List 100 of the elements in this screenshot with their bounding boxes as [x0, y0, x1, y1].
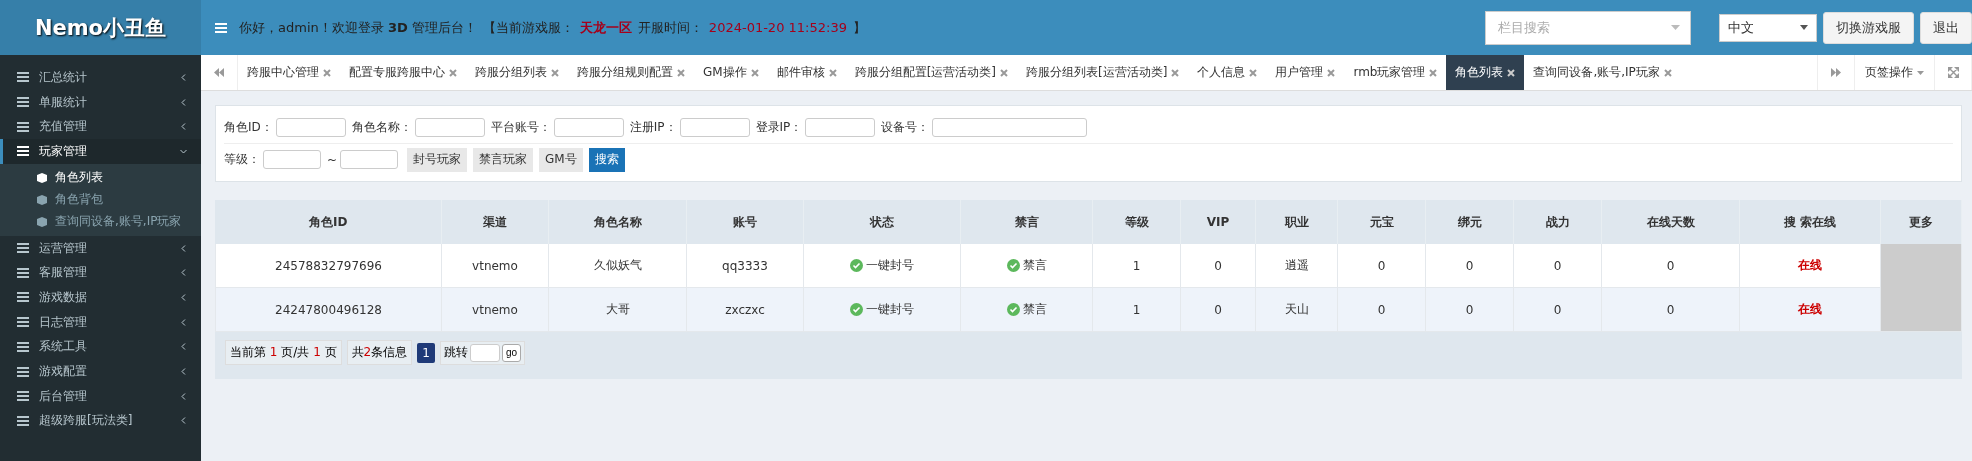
table-cell: vtnemo — [441, 244, 549, 288]
column-header: 账号 — [686, 200, 804, 244]
header-button[interactable]: 退出 — [1920, 11, 1972, 44]
table-cell: 0 — [1601, 244, 1740, 288]
field-label: 角色ID： — [224, 119, 273, 136]
page-tab[interactable]: 邮件审核 — [767, 55, 846, 90]
column-header: VIP — [1180, 200, 1256, 244]
double-left-icon — [214, 68, 224, 77]
page-tab[interactable]: 查询同设备,账号,IP玩家 — [1524, 55, 1681, 90]
server-label: 【当前游戏服： — [482, 18, 574, 37]
input-field[interactable] — [275, 118, 346, 137]
sidebar-item[interactable]: 汇总统计 — [0, 65, 201, 90]
sidebar-item[interactable]: 系统工具 — [0, 334, 201, 360]
chevron-down-icon — [180, 147, 187, 155]
column-header: 战力 — [1513, 200, 1602, 244]
page-tab[interactable]: rmb玩家管理 — [1344, 55, 1447, 90]
go-button[interactable]: go — [501, 343, 521, 362]
chevron-left-icon — [180, 244, 187, 252]
chevron-left-icon — [180, 368, 187, 376]
chevron-left-icon — [180, 392, 187, 400]
close-icon[interactable] — [323, 68, 331, 77]
field-label: 注册IP： — [629, 119, 677, 136]
input-field[interactable] — [340, 150, 399, 169]
submenu-item[interactable]: 查询同设备,账号,IP玩家 — [0, 210, 201, 233]
header-button[interactable]: 切换游戏服 — [1823, 11, 1914, 44]
close-icon[interactable] — [1249, 68, 1258, 77]
chevron-left-icon — [180, 318, 187, 326]
close-icon[interactable] — [1429, 68, 1438, 77]
table-cell: 24247800496128 — [215, 287, 442, 332]
sidebar-item[interactable]: 单服统计 — [0, 89, 201, 115]
sidebar-item[interactable]: 客服管理 — [0, 260, 201, 286]
sidebar-item[interactable]: 玩家管理 — [0, 139, 201, 164]
submenu-item[interactable]: 角色背包 — [0, 188, 201, 211]
chevron-left-icon — [180, 269, 187, 277]
close-icon[interactable] — [1000, 68, 1009, 77]
sidebar-item[interactable]: 游戏数据 — [0, 285, 201, 310]
page-tab[interactable]: 跨服分组列表[运营活动类] — [1017, 55, 1189, 90]
online-status: 在线 — [1739, 244, 1881, 288]
close-icon[interactable] — [1171, 68, 1180, 77]
column-header: 渠道 — [441, 200, 549, 244]
close-icon[interactable] — [449, 68, 457, 77]
double-right-icon — [1831, 68, 1841, 77]
close-icon[interactable] — [828, 68, 837, 77]
sidebar-item[interactable]: 超级跨服[玩法类] — [0, 408, 201, 434]
page-tab[interactable]: 跨服中心管理 — [238, 55, 340, 90]
language-select[interactable]: 中文 — [1719, 13, 1817, 42]
range-separator: ~ — [327, 152, 338, 167]
menu-icon — [17, 365, 29, 378]
column-header: 禁言 — [960, 200, 1093, 244]
chevron-left-icon — [180, 343, 187, 351]
mute-button[interactable]: 禁言 — [1000, 300, 1053, 319]
close-icon[interactable] — [750, 68, 759, 77]
page-tab[interactable]: 跨服分组列表 — [466, 55, 568, 90]
input-field[interactable] — [932, 118, 1088, 137]
filter-button[interactable]: 封号玩家 — [407, 147, 468, 172]
menu-icon[interactable] — [215, 21, 227, 34]
submenu-item[interactable]: 角色列表 — [0, 166, 201, 189]
jump-label: 跳转 — [443, 344, 468, 361]
input-field[interactable] — [679, 118, 750, 137]
page-tab[interactable]: 角色列表 — [1446, 55, 1525, 90]
mute-button[interactable]: 禁言 — [1000, 256, 1053, 275]
page-tab[interactable]: 跨服分组配置[运营活动类] — [845, 55, 1018, 90]
page-number[interactable]: 1 — [417, 342, 435, 363]
page-tab[interactable]: 跨服分组规则配置 — [568, 55, 694, 90]
sidebar-item[interactable]: 日志管理 — [0, 309, 201, 335]
input-field[interactable] — [263, 150, 321, 169]
column-header: 搜 索在线 — [1739, 200, 1881, 244]
close-icon[interactable] — [1327, 68, 1336, 77]
column-header: 绑元 — [1425, 200, 1514, 244]
close-icon[interactable] — [1663, 68, 1672, 77]
table-cell: vtnemo — [441, 287, 549, 332]
column-header: 状态 — [803, 200, 961, 244]
chevron-left-icon — [180, 73, 187, 81]
page-tab[interactable]: 用户管理 — [1266, 55, 1345, 90]
table-cell: 0 — [1425, 287, 1514, 332]
field-label: 平台账号： — [490, 119, 551, 136]
input-field[interactable] — [553, 118, 624, 137]
close-icon[interactable] — [1507, 68, 1516, 77]
page-tab[interactable]: 配置专服跨服中心 — [340, 55, 466, 90]
page-tab[interactable]: GM操作 — [694, 55, 768, 90]
search-button[interactable]: 搜索 — [588, 147, 625, 172]
filter-button[interactable]: 禁言玩家 — [473, 147, 534, 172]
page-tab[interactable]: 个人信息 — [1188, 55, 1267, 90]
sidebar-item[interactable]: 后台管理 — [0, 383, 201, 409]
menu-icon — [17, 316, 29, 329]
sidebar-item[interactable]: 运营管理 — [0, 235, 201, 261]
input-field[interactable] — [805, 118, 876, 137]
table-cell: 0 — [1601, 287, 1740, 332]
close-icon[interactable] — [677, 68, 685, 77]
field-label: 角色名称： — [351, 119, 412, 136]
sidebar-item[interactable]: 充值管理 — [0, 114, 201, 140]
input-field[interactable] — [414, 118, 485, 137]
page-input[interactable] — [469, 343, 500, 362]
close-icon[interactable] — [551, 68, 559, 77]
filter-button[interactable]: GM号 — [539, 147, 583, 172]
sidebar-item[interactable]: 游戏配置 — [0, 359, 201, 384]
tab-options-menu[interactable]: 页签操作 — [1854, 55, 1935, 90]
column-header: 在线天数 — [1601, 200, 1740, 244]
table-cell: 大哥 — [548, 287, 687, 332]
table-cell: 久似妖气 — [548, 244, 687, 288]
